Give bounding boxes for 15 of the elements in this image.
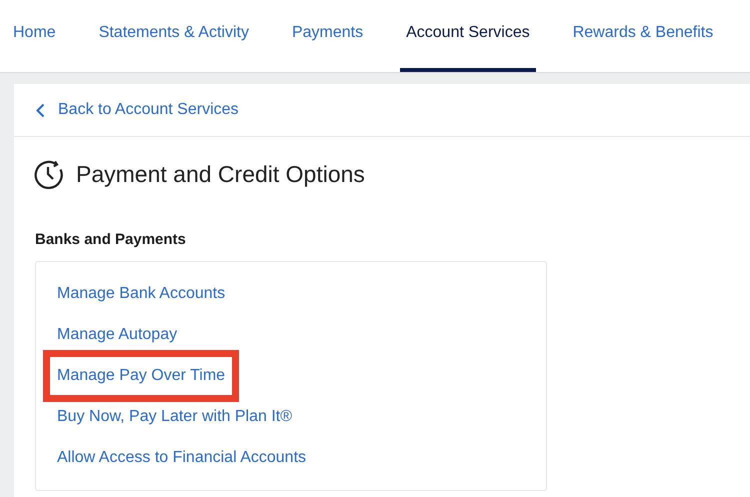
option-link[interactable]: Manage Autopay: [57, 325, 178, 345]
nav-tab[interactable]: Account Services: [400, 0, 536, 72]
option-link[interactable]: Manage Bank Accounts: [57, 284, 226, 304]
nav-tab[interactable]: Statements & Activity: [92, 0, 255, 72]
nav-tab[interactable]: Home: [7, 0, 62, 72]
option-link[interactable]: Manage Pay Over Time: [57, 366, 226, 386]
clock-icon: [34, 159, 64, 189]
back-link[interactable]: Back to Account Services: [36, 101, 239, 119]
page-title: Payment and Credit Options: [76, 160, 365, 188]
nav-tab[interactable]: Payments: [286, 0, 370, 72]
chevron-left-icon: [36, 102, 45, 118]
option-link[interactable]: Buy Now, Pay Later with Plan It®: [57, 407, 292, 427]
option-link[interactable]: Allow Access to Financial Accounts: [57, 448, 306, 468]
section-heading: Banks and Payments: [35, 231, 187, 248]
nav-tab[interactable]: Rewards & Benefits: [566, 0, 720, 72]
